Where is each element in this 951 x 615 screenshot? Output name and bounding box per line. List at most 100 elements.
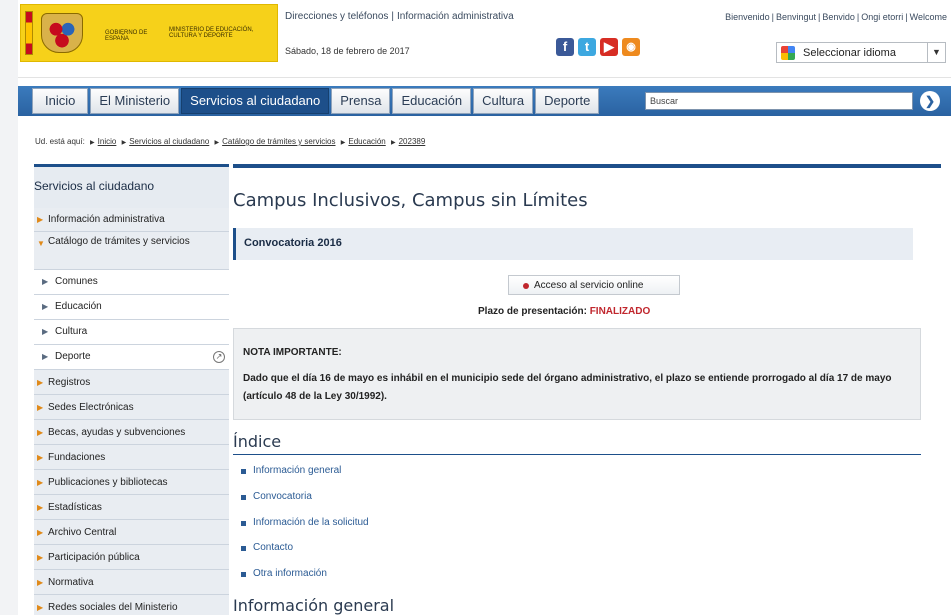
deadline-info: Plazo de presentación: FINALIZADO bbox=[478, 306, 650, 317]
language-links: Bienvenido | Benvingut | Benvido | Ongi etorri… bbox=[725, 12, 947, 22]
external-link-icon: ↗ bbox=[213, 351, 225, 363]
tab-educacion[interactable]: Educación bbox=[392, 88, 472, 114]
breadcrumb-link[interactable]: Servicios al ciudadano bbox=[129, 137, 209, 146]
arrow-right-icon: ▶ bbox=[390, 140, 396, 146]
chevron-down-icon[interactable]: ▼ bbox=[927, 43, 945, 62]
triangle-right-icon: ▶ bbox=[37, 478, 44, 487]
link-admin-info[interactable]: Información administrativa bbox=[397, 11, 514, 22]
online-service-button[interactable]: Acceso al servicio online bbox=[508, 275, 680, 295]
language-select[interactable]: Seleccionar idioma ▼ bbox=[776, 42, 946, 63]
facebook-icon[interactable]: f bbox=[556, 38, 574, 56]
lang-link-gl[interactable]: Benvido bbox=[822, 12, 855, 22]
bullet-icon bbox=[241, 521, 246, 526]
notice-body: Dado que el día 16 de mayo es inhábil en… bbox=[243, 373, 892, 402]
bullet-icon bbox=[241, 546, 246, 551]
sidebar-item-publicaciones[interactable]: ▶ Publicaciones y bibliotecas bbox=[34, 470, 229, 495]
nav-tabs: Inicio El Ministerio Servicios al ciudad… bbox=[18, 88, 601, 114]
sidebar-item-redes[interactable]: ▶ Redes sociales del Ministerio bbox=[34, 595, 229, 615]
breadcrumb-link[interactable]: Catálogo de trámites y servicios bbox=[222, 137, 335, 146]
arrow-right-icon: ▶ bbox=[340, 140, 346, 146]
sidebar-item-registros[interactable]: ▶ Registros bbox=[34, 370, 229, 395]
youtube-icon[interactable]: ▶ bbox=[600, 38, 618, 56]
tab-deporte[interactable]: Deporte bbox=[535, 88, 600, 114]
main-nav: Inicio El Ministerio Servicios al ciudad… bbox=[18, 86, 951, 116]
arrow-right-icon: ▶ bbox=[214, 140, 220, 146]
sidebar-item-estadisticas[interactable]: ▶ Estadísticas bbox=[34, 495, 229, 520]
sidebar-item-catalogo[interactable]: ▼ Catálogo de trámites y servicios bbox=[34, 232, 229, 270]
arrow-right-icon: ▶ bbox=[90, 140, 95, 146]
sidebar-subitem-educacion[interactable]: ▶ Educación bbox=[34, 295, 229, 320]
separator: | bbox=[391, 11, 394, 22]
sidebar: Servicios al ciudadano ▶ Información adm… bbox=[34, 164, 229, 615]
breadcrumb: Ud. está aquí: ▶ Inicio ▶ Servicios al ciu… bbox=[35, 137, 425, 146]
triangle-right-icon: ▶ bbox=[37, 453, 44, 462]
breadcrumb-link[interactable]: Educación bbox=[348, 137, 385, 146]
lang-link-es[interactable]: Bienvenido bbox=[725, 12, 770, 22]
bullet-icon bbox=[241, 572, 246, 577]
deadline-label: Plazo de presentación: bbox=[478, 306, 587, 317]
breadcrumb-prefix: Ud. está aquí: bbox=[35, 137, 85, 146]
index-heading: Índice bbox=[233, 432, 282, 451]
google-translate-icon bbox=[781, 46, 795, 60]
tab-inicio[interactable]: Inicio bbox=[32, 88, 89, 114]
tab-servicios-ciudadano[interactable]: Servicios al ciudadano bbox=[181, 88, 330, 114]
government-logo[interactable]: GOBIERNO DE ESPAÑA MINISTERIO DE EDUCACI… bbox=[20, 4, 278, 62]
sidebar-item-fundaciones[interactable]: ▶ Fundaciones bbox=[34, 445, 229, 470]
important-notice: NOTA IMPORTANTE: Dado que el día 16 de m… bbox=[233, 328, 921, 420]
convocatoria-label: Convocatoria 2016 bbox=[244, 237, 342, 249]
top-links: Direcciones y teléfonos | Información admi… bbox=[285, 11, 514, 22]
general-info-heading: Información general bbox=[233, 596, 395, 615]
spain-flag-icon bbox=[25, 11, 33, 55]
ministry-label: MINISTERIO DE EDUCACIÓN, CULTURA Y DEPOR… bbox=[169, 27, 254, 39]
page: GOBIERNO DE ESPAÑA MINISTERIO DE EDUCACI… bbox=[18, 0, 951, 615]
coat-of-arms-icon bbox=[41, 13, 83, 53]
triangle-right-icon: ▶ bbox=[37, 403, 44, 412]
triangle-right-icon: ▶ bbox=[37, 603, 44, 612]
triangle-down-icon: ▼ bbox=[37, 239, 45, 248]
sidebar-item-archivo[interactable]: ▶ Archivo Central bbox=[34, 520, 229, 545]
triangle-right-icon: ▶ bbox=[42, 302, 49, 311]
lang-link-en[interactable]: Welcome bbox=[910, 12, 947, 22]
search-input[interactable]: Buscar bbox=[645, 92, 913, 110]
twitter-icon[interactable]: t bbox=[578, 38, 596, 56]
arrow-right-icon: ▶ bbox=[121, 140, 127, 146]
lang-link-eu[interactable]: Ongi etorri bbox=[861, 12, 903, 22]
sidebar-subitem-deporte[interactable]: ▶ Deporte ↗ bbox=[34, 345, 229, 370]
sidebar-item-normativa[interactable]: ▶ Normativa bbox=[34, 570, 229, 595]
link-directories[interactable]: Direcciones y teléfonos bbox=[285, 11, 388, 22]
triangle-right-icon: ▶ bbox=[37, 578, 44, 587]
deadline-status: FINALIZADO bbox=[589, 306, 651, 317]
social-links: f t ▶ ◉ bbox=[556, 38, 640, 56]
notice-title: NOTA IMPORTANTE: bbox=[243, 347, 342, 358]
bullet-icon bbox=[523, 283, 529, 289]
triangle-right-icon: ▶ bbox=[37, 215, 44, 224]
tab-el-ministerio[interactable]: El Ministerio bbox=[90, 88, 180, 114]
search-go-icon[interactable]: ❯ bbox=[920, 91, 940, 111]
government-label: GOBIERNO DE ESPAÑA bbox=[105, 30, 148, 42]
sidebar-subitem-comunes[interactable]: ▶ Comunes bbox=[34, 270, 229, 295]
bullet-icon bbox=[241, 495, 246, 500]
bullet-icon bbox=[241, 469, 246, 474]
language-select-label: Seleccionar idioma bbox=[803, 47, 896, 59]
triangle-right-icon: ▶ bbox=[37, 428, 44, 437]
triangle-right-icon: ▶ bbox=[42, 352, 49, 361]
convocatoria-header: Convocatoria 2016 bbox=[233, 228, 913, 260]
sidebar-title: Servicios al ciudadano bbox=[34, 164, 229, 208]
sidebar-item-info-admin[interactable]: ▶ Información administrativa bbox=[34, 208, 229, 232]
triangle-right-icon: ▶ bbox=[37, 528, 44, 537]
sidebar-subitem-cultura[interactable]: ▶ Cultura bbox=[34, 320, 229, 345]
current-date: Sábado, 18 de febrero de 2017 bbox=[285, 46, 410, 56]
sidebar-item-sedes[interactable]: ▶ Sedes Electrónicas bbox=[34, 395, 229, 420]
lang-link-ca[interactable]: Benvingut bbox=[776, 12, 816, 22]
tab-prensa[interactable]: Prensa bbox=[331, 88, 391, 114]
site-header: GOBIERNO DE ESPAÑA MINISTERIO DE EDUCACI… bbox=[18, 0, 951, 78]
sidebar-item-participacion[interactable]: ▶ Participación pública bbox=[34, 545, 229, 570]
breadcrumb-link[interactable]: 202389 bbox=[399, 137, 426, 146]
triangle-right-icon: ▶ bbox=[37, 378, 44, 387]
rss-icon[interactable]: ◉ bbox=[622, 38, 640, 56]
sidebar-item-becas[interactable]: ▶ Becas, ayudas y subvenciones bbox=[34, 420, 229, 445]
triangle-right-icon: ▶ bbox=[37, 503, 44, 512]
tab-cultura[interactable]: Cultura bbox=[473, 88, 534, 114]
breadcrumb-link[interactable]: Inicio bbox=[98, 137, 117, 146]
page-title: Campus Inclusivos, Campus sin Límites bbox=[233, 190, 588, 211]
